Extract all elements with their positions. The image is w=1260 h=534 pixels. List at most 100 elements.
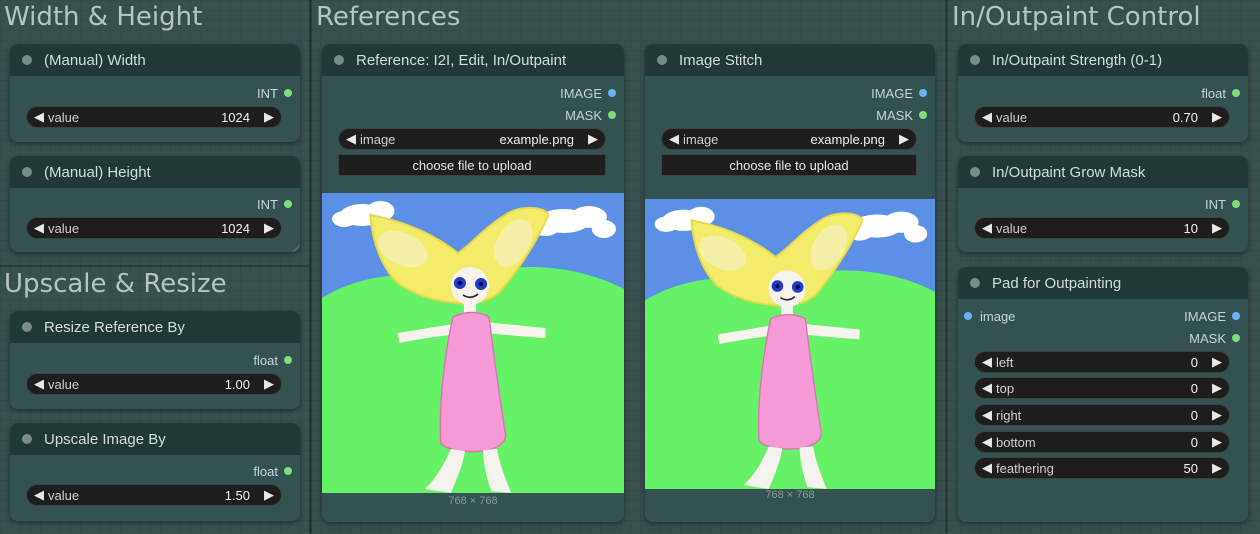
- increment-arrow-icon[interactable]: ▶: [264, 109, 274, 125]
- output-socket-icon[interactable]: [1232, 89, 1240, 97]
- previous-arrow-icon[interactable]: ◀: [346, 131, 356, 147]
- widget-value[interactable]: 10: [1184, 221, 1198, 236]
- widget-value[interactable]: 0: [1191, 408, 1198, 423]
- left-widget[interactable]: ◀ left 0 ▶: [974, 351, 1230, 373]
- input-socket-icon[interactable]: [964, 312, 972, 320]
- decrement-arrow-icon[interactable]: ◀: [34, 487, 44, 503]
- node-header[interactable]: Image Stitch: [645, 44, 935, 76]
- widget-value[interactable]: 50: [1184, 461, 1198, 476]
- value-widget[interactable]: ◀ value 1.00 ▶: [26, 373, 282, 395]
- output-socket-icon[interactable]: [284, 200, 292, 208]
- increment-arrow-icon[interactable]: ▶: [1212, 434, 1222, 450]
- output-socket-icon[interactable]: [919, 111, 927, 119]
- decrement-arrow-icon[interactable]: ◀: [982, 407, 992, 423]
- increment-arrow-icon[interactable]: ▶: [264, 487, 274, 503]
- node-resize-reference[interactable]: Resize Reference By float ◀ value 1.00 ▶: [10, 311, 300, 409]
- output-socket-icon[interactable]: [284, 356, 292, 364]
- output-socket-icon[interactable]: [1232, 334, 1240, 342]
- collapse-dot-icon[interactable]: [22, 322, 32, 332]
- output-socket-icon[interactable]: [919, 89, 927, 97]
- node-header[interactable]: Pad for Outpainting: [958, 267, 1248, 299]
- node-header[interactable]: Resize Reference By: [10, 311, 300, 343]
- node-title: Image Stitch: [679, 51, 763, 69]
- node-manual-width[interactable]: (Manual) Width INT ◀ value 1024 ▶: [10, 44, 300, 142]
- widget-value[interactable]: 1024: [221, 221, 250, 236]
- output-socket-icon[interactable]: [608, 89, 616, 97]
- output-float: float: [253, 351, 292, 369]
- bottom-widget[interactable]: ◀ bottom 0 ▶: [974, 431, 1230, 453]
- previous-arrow-icon[interactable]: ◀: [669, 131, 679, 147]
- collapse-dot-icon[interactable]: [22, 55, 32, 65]
- increment-arrow-icon[interactable]: ▶: [264, 376, 274, 392]
- output-socket-icon[interactable]: [284, 467, 292, 475]
- widget-value[interactable]: 0.70: [1173, 110, 1198, 125]
- node-pad-outpainting[interactable]: Pad for Outpainting image IMAGE MASK ◀ l…: [958, 267, 1248, 522]
- decrement-arrow-icon[interactable]: ◀: [34, 109, 44, 125]
- node-title: Pad for Outpainting: [992, 274, 1122, 292]
- right-widget[interactable]: ◀ right 0 ▶: [974, 404, 1230, 426]
- next-arrow-icon[interactable]: ▶: [899, 131, 909, 147]
- node-header[interactable]: In/Outpaint Strength (0-1): [958, 44, 1248, 76]
- widget-value[interactable]: example.png: [811, 132, 885, 147]
- decrement-arrow-icon[interactable]: ◀: [34, 220, 44, 236]
- image-combo[interactable]: ◀ image example.png ▶: [661, 128, 917, 150]
- output-socket-icon[interactable]: [608, 111, 616, 119]
- node-header[interactable]: (Manual) Height: [10, 156, 300, 188]
- node-header[interactable]: (Manual) Width: [10, 44, 300, 76]
- increment-arrow-icon[interactable]: ▶: [1212, 460, 1222, 476]
- widget-value[interactable]: 0: [1191, 435, 1198, 450]
- collapse-dot-icon[interactable]: [334, 55, 344, 65]
- decrement-arrow-icon[interactable]: ◀: [982, 109, 992, 125]
- value-widget[interactable]: ◀ value 10 ▶: [974, 217, 1230, 239]
- output-socket-icon[interactable]: [1232, 312, 1240, 320]
- node-manual-height[interactable]: (Manual) Height INT ◀ value 1024 ▶: [10, 156, 300, 252]
- node-inoutpaint-strength[interactable]: In/Outpaint Strength (0-1) float ◀ value…: [958, 44, 1248, 142]
- decrement-arrow-icon[interactable]: ◀: [982, 434, 992, 450]
- image-combo[interactable]: ◀ image example.png ▶: [338, 128, 606, 150]
- upload-button[interactable]: choose file to upload: [338, 154, 606, 176]
- increment-arrow-icon[interactable]: ▶: [1212, 109, 1222, 125]
- top-widget[interactable]: ◀ top 0 ▶: [974, 377, 1230, 399]
- collapse-dot-icon[interactable]: [22, 167, 32, 177]
- widget-value[interactable]: 0: [1191, 381, 1198, 396]
- widget-value[interactable]: 0: [1191, 355, 1198, 370]
- decrement-arrow-icon[interactable]: ◀: [982, 380, 992, 396]
- increment-arrow-icon[interactable]: ▶: [1212, 220, 1222, 236]
- increment-arrow-icon[interactable]: ▶: [264, 220, 274, 236]
- output-socket-icon[interactable]: [1232, 200, 1240, 208]
- node-header[interactable]: In/Outpaint Grow Mask: [958, 156, 1248, 188]
- feathering-widget[interactable]: ◀ feathering 50 ▶: [974, 457, 1230, 479]
- increment-arrow-icon[interactable]: ▶: [1212, 380, 1222, 396]
- output-mask: MASK: [1189, 329, 1240, 347]
- value-widget[interactable]: ◀ value 0.70 ▶: [974, 106, 1230, 128]
- decrement-arrow-icon[interactable]: ◀: [34, 376, 44, 392]
- widget-label: image: [683, 131, 719, 147]
- value-widget[interactable]: ◀ value 1.50 ▶: [26, 484, 282, 506]
- node-header[interactable]: Upscale Image By: [10, 423, 300, 455]
- decrement-arrow-icon[interactable]: ◀: [982, 354, 992, 370]
- node-reference[interactable]: Reference: I2I, Edit, In/Outpaint IMAGE …: [322, 44, 624, 522]
- node-header[interactable]: Reference: I2I, Edit, In/Outpaint: [322, 44, 624, 76]
- next-arrow-icon[interactable]: ▶: [588, 131, 598, 147]
- collapse-dot-icon[interactable]: [970, 278, 980, 288]
- widget-value[interactable]: 1024: [221, 110, 250, 125]
- collapse-dot-icon[interactable]: [657, 55, 667, 65]
- upload-button[interactable]: choose file to upload: [661, 154, 917, 176]
- output-socket-icon[interactable]: [284, 89, 292, 97]
- increment-arrow-icon[interactable]: ▶: [1212, 407, 1222, 423]
- value-widget[interactable]: ◀ value 1024 ▶: [26, 217, 282, 239]
- resize-handle[interactable]: [292, 244, 300, 252]
- widget-value[interactable]: 1.50: [225, 488, 250, 503]
- node-upscale-image[interactable]: Upscale Image By float ◀ value 1.50 ▶: [10, 423, 300, 521]
- collapse-dot-icon[interactable]: [22, 434, 32, 444]
- widget-value[interactable]: example.png: [500, 132, 574, 147]
- decrement-arrow-icon[interactable]: ◀: [982, 460, 992, 476]
- value-widget[interactable]: ◀ value 1024 ▶: [26, 106, 282, 128]
- node-image-stitch[interactable]: Image Stitch IMAGE MASK ◀ image example.…: [645, 44, 935, 522]
- widget-value[interactable]: 1.00: [225, 377, 250, 392]
- node-inoutpaint-grow-mask[interactable]: In/Outpaint Grow Mask INT ◀ value 10 ▶: [958, 156, 1248, 252]
- increment-arrow-icon[interactable]: ▶: [1212, 354, 1222, 370]
- collapse-dot-icon[interactable]: [970, 55, 980, 65]
- decrement-arrow-icon[interactable]: ◀: [982, 220, 992, 236]
- collapse-dot-icon[interactable]: [970, 167, 980, 177]
